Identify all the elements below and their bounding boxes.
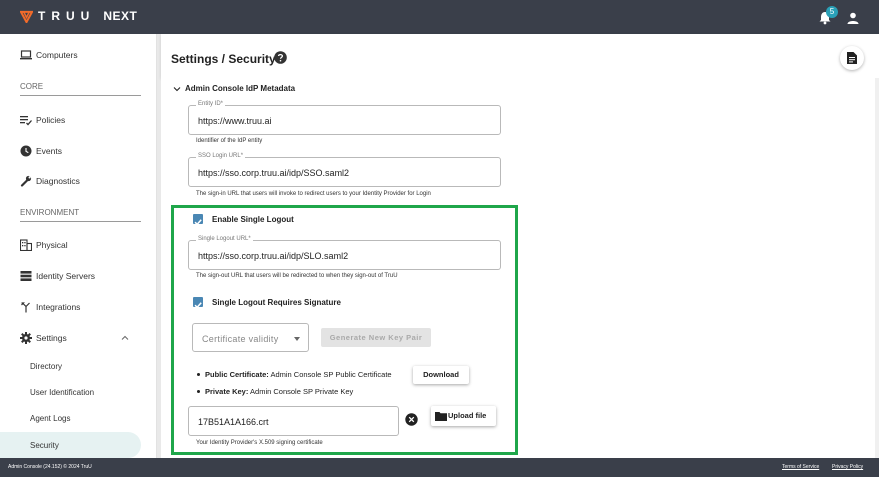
- enable-single-logout-checkbox[interactable]: [193, 214, 203, 226]
- page-title: Settings / Security: [171, 52, 276, 66]
- building-icon: [20, 239, 32, 251]
- upload-file-label: Upload file: [448, 411, 487, 420]
- single-logout-url-field[interactable]: Single Logout URL* https://sso.corp.truu…: [188, 236, 501, 270]
- brand-name: TRUU: [38, 9, 96, 23]
- sidebar-section-core: CORE: [20, 82, 141, 96]
- chevron-down-icon: [173, 86, 181, 91]
- sidebar-item-label: Identity Servers: [36, 271, 96, 281]
- laptop-icon: [20, 50, 32, 60]
- sidebar-item-events[interactable]: Events: [0, 137, 157, 165]
- download-button[interactable]: Download: [413, 366, 469, 384]
- document-icon: [847, 52, 857, 64]
- certificate-file-helper: Your Identity Provider's X.509 signing c…: [196, 440, 323, 446]
- sidebar-item-label: Diagnostics: [36, 176, 80, 186]
- generate-key-pair-button[interactable]: Generate New Key Pair: [321, 328, 431, 347]
- private-key-label: Private Key:: [205, 387, 249, 396]
- enable-single-logout-label: Enable Single Logout: [212, 215, 294, 224]
- page-header: Settings / Security: [161, 34, 879, 78]
- sidebar-item-label: Settings: [36, 333, 67, 343]
- single-logout-url-value: https://sso.corp.truu.ai/idp/SLO.saml2: [198, 251, 349, 261]
- sso-login-url-field[interactable]: SSO Login URL* https://sso.corp.truu.ai/…: [188, 153, 501, 187]
- private-key-line: Private Key: Admin Console SP Private Ke…: [205, 387, 353, 396]
- brand-logo[interactable]: TRUU NEXT: [20, 9, 137, 23]
- upload-file-button[interactable]: Upload file: [431, 406, 496, 426]
- sidebar-item-settings[interactable]: Settings: [0, 324, 157, 352]
- sidebar-subitem-security[interactable]: Security: [0, 432, 141, 458]
- notification-badge: 5: [826, 6, 838, 18]
- section-title: Admin Console IdP Metadata: [185, 84, 296, 93]
- certificate-validity-placeholder: Certificate validity: [202, 334, 279, 344]
- sidebar-item-label: Computers: [36, 50, 78, 60]
- public-certificate-value: Admin Console SP Public Certificate: [270, 370, 392, 379]
- entity-id-helper: Identifier of the IdP entity: [196, 138, 263, 144]
- content-scrollbar[interactable]: [875, 78, 879, 458]
- product-name: NEXT: [103, 9, 138, 23]
- clock-icon: [20, 145, 32, 157]
- public-certificate-label: Public Certificate:: [205, 370, 269, 379]
- server-icon: [20, 271, 32, 281]
- chevron-up-icon[interactable]: [120, 333, 130, 343]
- certificate-file-field[interactable]: 17B51A1A166.crt: [188, 406, 399, 436]
- sidebar-item-policies[interactable]: Policies: [0, 106, 157, 134]
- sso-login-url-label: SSO Login URL*: [196, 153, 246, 159]
- sidebar-item-label: Policies: [36, 115, 66, 125]
- sidebar-item-diagnostics[interactable]: Diagnostics: [0, 167, 157, 195]
- gear-icon: [20, 332, 32, 344]
- sidebar-item-label: Physical: [36, 240, 68, 250]
- wrench-icon: [20, 175, 32, 187]
- policy-list-icon: [20, 116, 32, 126]
- sidebar-subitem-user-identification[interactable]: User Identification: [0, 379, 141, 405]
- certificate-file-name: 17B51A1A166.crt: [198, 417, 269, 427]
- entity-id-label: Entity ID*: [196, 101, 226, 107]
- private-key-value: Admin Console SP Private Key: [250, 387, 354, 396]
- sidebar-item-physical[interactable]: Physical: [0, 231, 157, 259]
- truu-logo-icon: [20, 10, 33, 23]
- bullet-dot: [197, 373, 200, 376]
- public-certificate-line: Public Certificate: Admin Console SP Pub…: [205, 370, 392, 379]
- help-icon[interactable]: [274, 51, 287, 64]
- certificate-validity-select[interactable]: Certificate validity: [192, 323, 309, 352]
- privacy-link[interactable]: Privacy Policy: [832, 464, 863, 470]
- single-logout-url-helper: The sign-out URL that users will be redi…: [196, 273, 398, 279]
- checkmark-icon: [194, 302, 202, 309]
- document-button[interactable]: [840, 46, 864, 70]
- terms-link[interactable]: Terms of Service: [782, 464, 819, 470]
- sidebar-subitem-directory[interactable]: Directory: [0, 353, 141, 379]
- dropdown-caret-icon: [294, 337, 300, 341]
- bullet-dot: [197, 390, 200, 393]
- checkmark-icon: [194, 219, 202, 226]
- sso-login-url-value: https://sso.corp.truu.ai/idp/SSO.saml2: [198, 168, 350, 178]
- sso-login-url-helper: The sign-in URL that users will invoke t…: [196, 191, 431, 197]
- sidebar: Computers CORE Policies Events Diagnosti…: [0, 34, 157, 458]
- sidebar-subitem-agent-logs[interactable]: Agent Logs: [0, 405, 141, 431]
- single-logout-url-label: Single Logout URL*: [196, 236, 253, 242]
- sidebar-item-computers[interactable]: Computers: [0, 41, 157, 69]
- folder-icon: [435, 412, 447, 421]
- entity-id-field[interactable]: Entity ID* https://www.truu.ai: [188, 101, 501, 135]
- logout-requires-signature-label: Single Logout Requires Signature: [212, 298, 341, 307]
- logout-requires-signature-checkbox[interactable]: [193, 297, 203, 309]
- entity-id-value: https://www.truu.ai: [198, 116, 272, 126]
- sidebar-section-environment: ENVIRONMENT: [20, 208, 141, 222]
- sidebar-item-label: Events: [36, 146, 62, 156]
- sidebar-item-identity-servers[interactable]: Identity Servers: [0, 262, 157, 290]
- sidebar-item-integrations[interactable]: Integrations: [0, 293, 157, 321]
- user-icon[interactable]: [846, 11, 860, 25]
- clear-file-icon[interactable]: [405, 413, 418, 426]
- sidebar-item-label: Integrations: [36, 302, 81, 312]
- merge-icon: [21, 302, 30, 313]
- footer-version: Admin Console (24.152) © 2024 TruU: [8, 464, 92, 470]
- footer: Admin Console (24.152) © 2024 TruU Terms…: [0, 458, 879, 477]
- top-app-bar: TRUU NEXT 5: [0, 0, 879, 34]
- section-header-idp-metadata[interactable]: Admin Console IdP Metadata: [173, 84, 295, 93]
